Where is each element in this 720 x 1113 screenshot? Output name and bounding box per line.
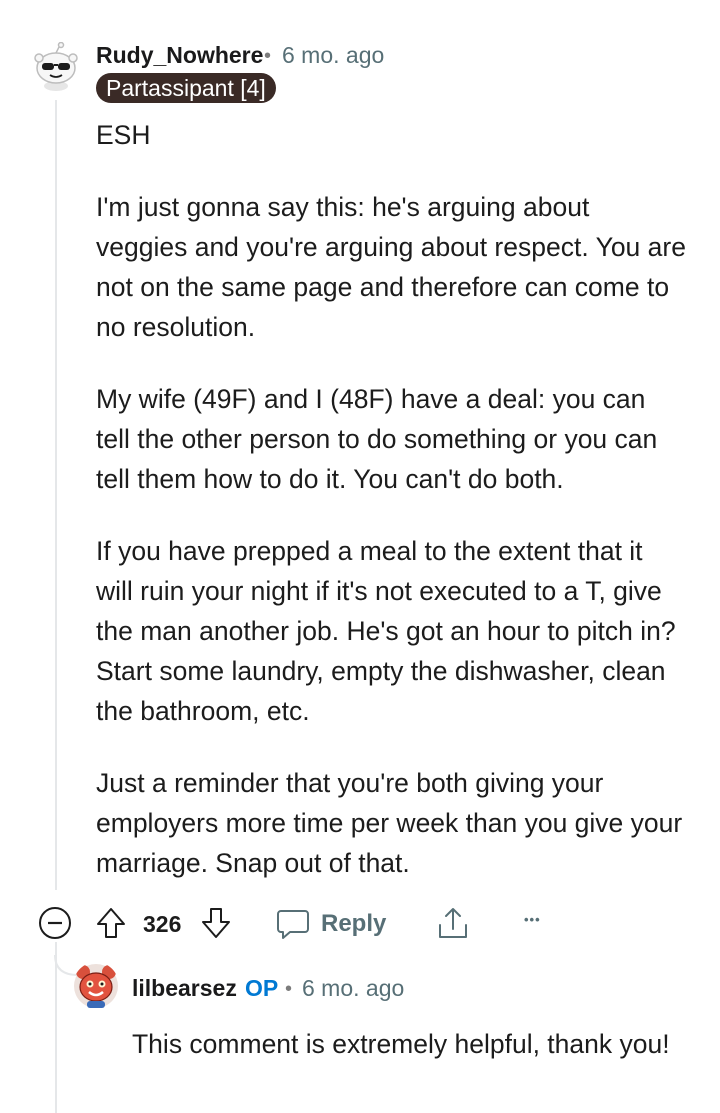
meta-separator: • <box>264 45 272 67</box>
comment-body: ESH I'm just gonna say this: he's arguin… <box>96 115 686 915</box>
downvote-button[interactable] <box>199 905 233 941</box>
reply-username[interactable]: lilbearsez <box>132 975 237 1002</box>
comment-paragraph: Just a reminder that you're both giving … <box>96 768 683 878</box>
comment-paragraph: I'm just gonna say this: he's arguing ab… <box>96 192 686 342</box>
reply-timestamp: 6 mo. ago <box>302 975 405 1001</box>
collapse-button[interactable] <box>38 906 72 940</box>
snoo-sunglasses-avatar <box>34 42 78 91</box>
comment-timestamp: 6 mo. ago <box>282 42 385 68</box>
collapse-icon <box>39 907 71 939</box>
op-badge: OP <box>245 975 279 1001</box>
upvote-button[interactable] <box>94 905 128 941</box>
avatar[interactable] <box>33 42 79 92</box>
downvote-icon <box>202 908 230 938</box>
more-icon: ••• <box>524 912 541 927</box>
thread-line-main <box>55 100 57 890</box>
reply-body: This comment is extremely helpful, thank… <box>132 1029 670 1059</box>
comment-paragraph: ESH <box>96 120 151 150</box>
share-button[interactable] <box>435 904 471 942</box>
snoo-bear-avatar <box>74 964 118 1008</box>
comment-username[interactable]: Rudy_Nowhere <box>96 42 263 69</box>
comment-action-bar: 326 Reply ••• <box>0 900 720 946</box>
comment-paragraph: My wife (49F) and I (48F) have a deal: y… <box>96 384 658 494</box>
user-flair: Partassipant [4] <box>96 73 276 103</box>
reply-label: Reply <box>321 910 387 937</box>
reply-avatar[interactable] <box>73 962 119 1010</box>
more-options-button[interactable]: ••• <box>524 912 541 927</box>
meta-separator: • <box>285 978 293 1000</box>
comment-paragraph: If you have prepped a meal to the extent… <box>96 536 676 726</box>
reply-bubble-icon <box>277 910 309 939</box>
reply-button[interactable]: Reply <box>276 900 386 946</box>
upvote-icon <box>97 908 125 938</box>
share-icon <box>439 908 467 938</box>
vote-score: 326 <box>143 911 182 937</box>
